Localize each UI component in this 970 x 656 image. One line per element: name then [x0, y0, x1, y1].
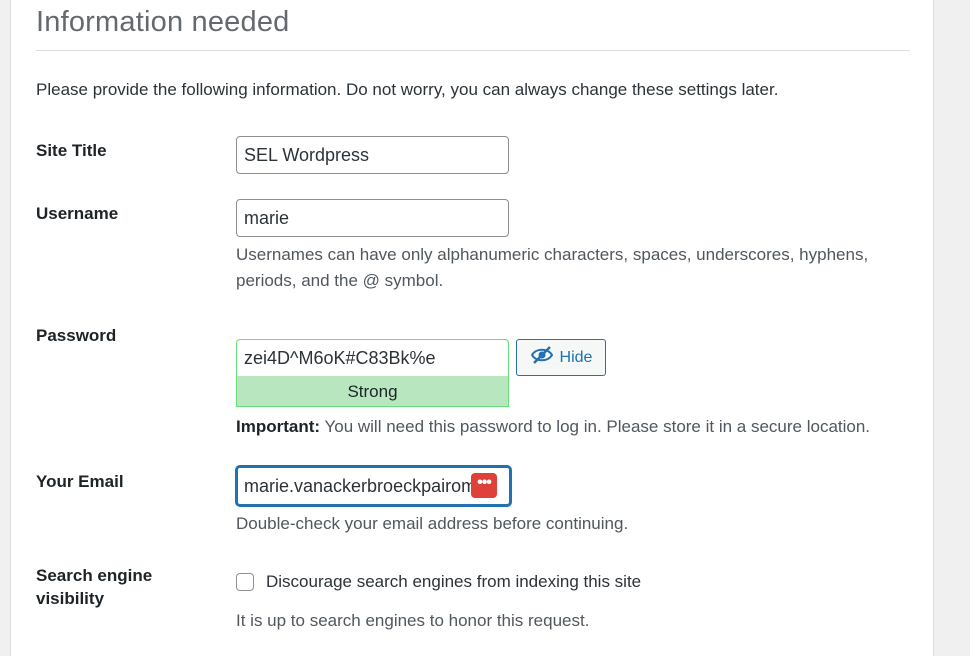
intro-text: Please provide the following information…: [36, 80, 779, 99]
divider: [36, 50, 910, 51]
site-title-label: Site Title: [36, 141, 107, 160]
username-input[interactable]: marie: [236, 199, 509, 237]
search-visibility-label-line1: Search engine: [36, 566, 153, 585]
discourage-search-checkbox[interactable]: [236, 573, 254, 591]
username-help-line2: periods, and the @ symbol.: [236, 271, 444, 290]
password-label: Password: [36, 326, 117, 345]
important-text: You will need this password to log in. P…: [320, 417, 871, 436]
search-visibility-label-line2: visibility: [36, 589, 105, 608]
password-strength-indicator: Strong: [236, 376, 509, 407]
email-input[interactable]: marie.vanackerbroeckpairomes: [236, 466, 511, 506]
password-important-note: Important: You will need this password t…: [236, 414, 870, 440]
email-label: Your Email: [36, 472, 124, 491]
discourage-search-label[interactable]: Discourage search engines from indexing …: [266, 572, 641, 592]
page-title: Information needed: [36, 6, 290, 38]
eye-slash-icon: [530, 345, 554, 370]
password-input[interactable]: zei4D^M6oK#C83Bk%e: [236, 339, 509, 376]
email-help: Double-check your email address before c…: [236, 514, 629, 533]
hide-password-button[interactable]: Hide: [516, 339, 606, 376]
site-title-input[interactable]: SEL Wordpress: [236, 136, 509, 174]
search-visibility-note: It is up to search engines to honor this…: [236, 611, 590, 630]
setup-panel: Information needed Please provide the fo…: [10, 0, 934, 656]
password-manager-badge[interactable]: •••: [471, 473, 497, 498]
hide-button-label: Hide: [559, 348, 593, 366]
username-help-line1: Usernames can have only alphanumeric cha…: [236, 245, 869, 264]
important-prefix: Important:: [236, 417, 321, 436]
username-label: Username: [36, 204, 119, 223]
